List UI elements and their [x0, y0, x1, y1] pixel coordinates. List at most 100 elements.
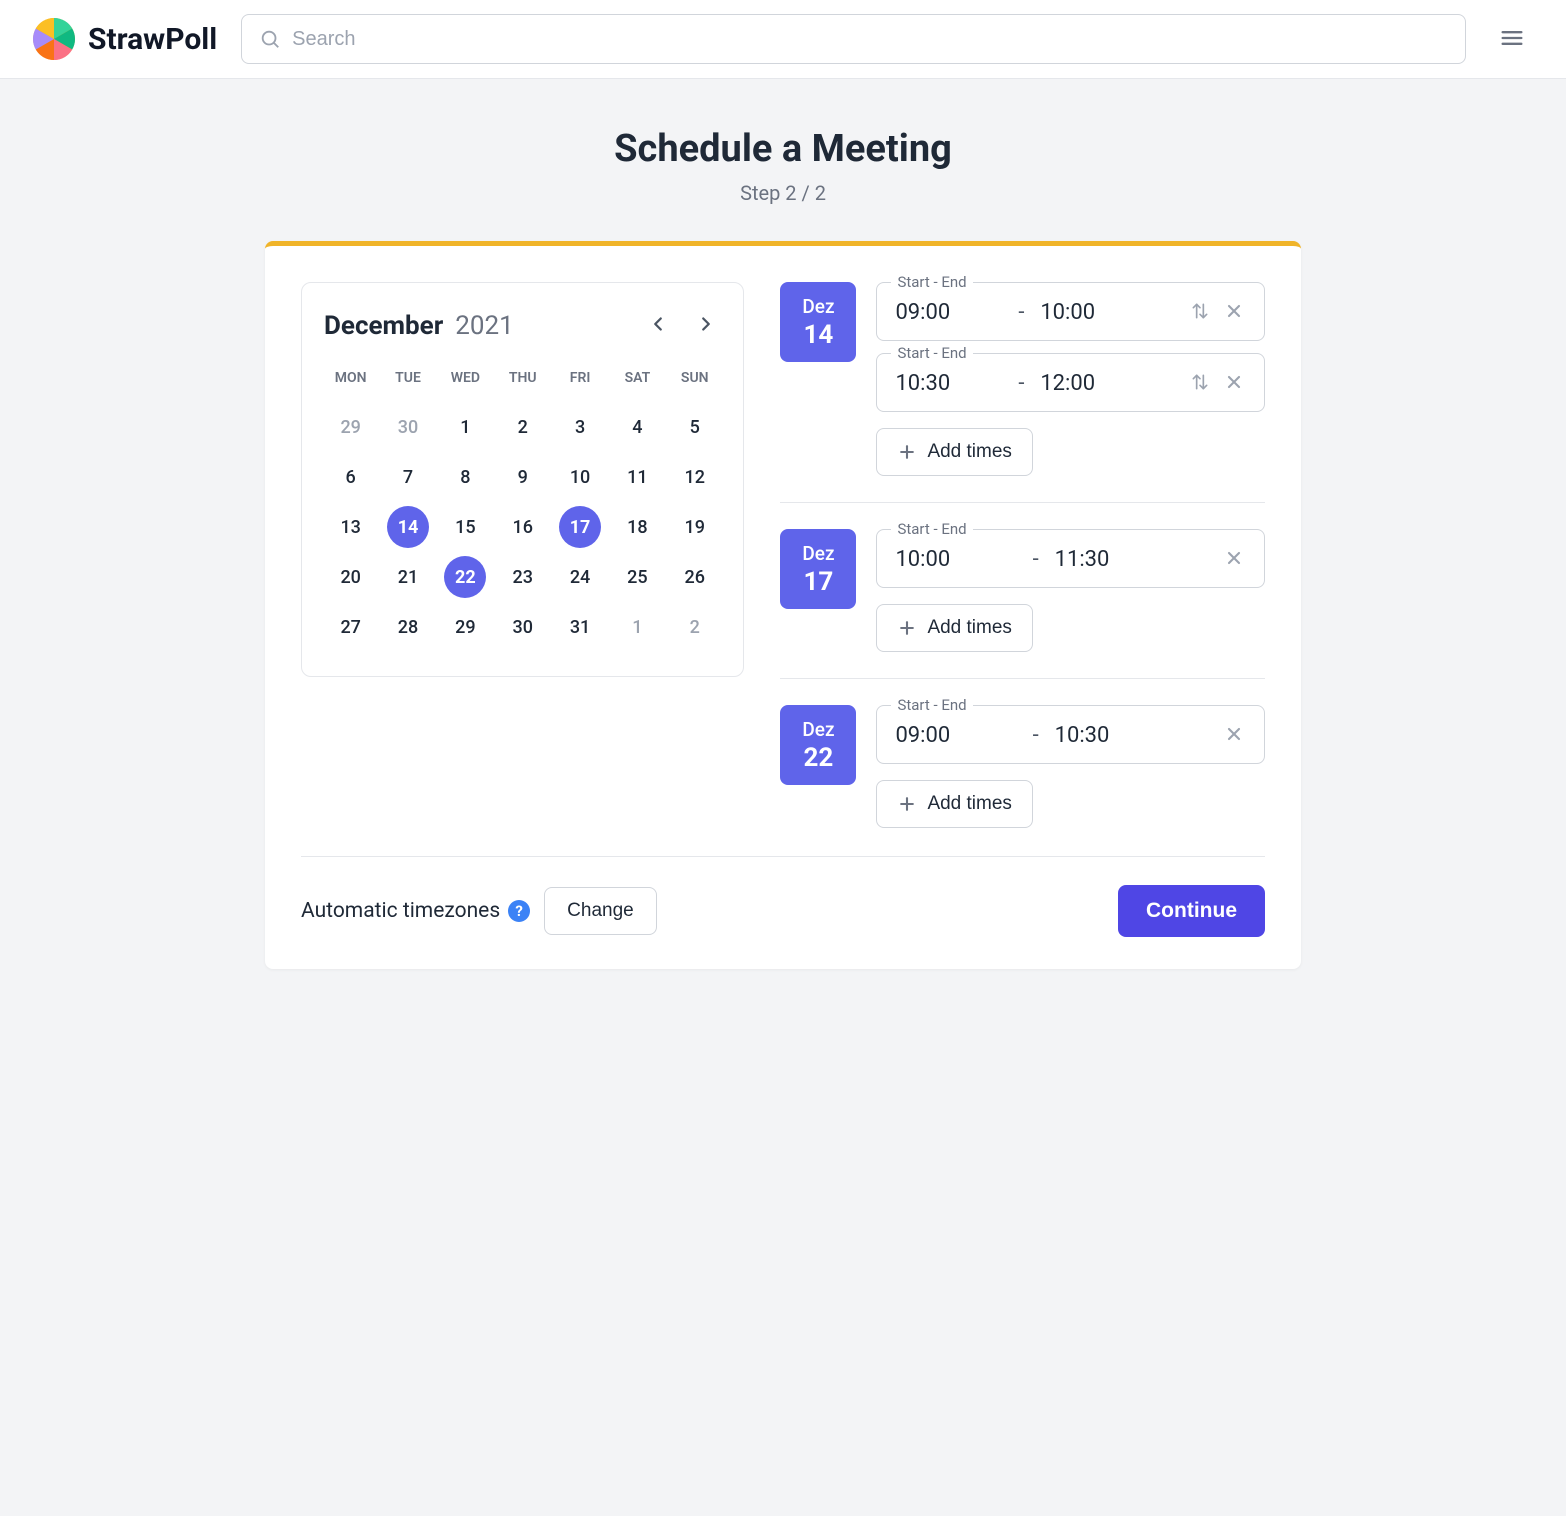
calendar-day[interactable]: 8 — [439, 454, 492, 500]
calendar-day[interactable]: 14 — [381, 504, 434, 550]
remove-slot-button[interactable] — [1222, 370, 1246, 397]
calendar-day[interactable]: 13 — [324, 504, 377, 550]
calendar-dow: WED — [439, 362, 492, 400]
date-block: Dez14Start - End09:00-10:00Start - End10… — [780, 282, 1265, 503]
slot-start[interactable]: 09:00 — [895, 723, 1032, 748]
calendar-day[interactable]: 19 — [668, 504, 721, 550]
copy-slot-button[interactable] — [1188, 299, 1212, 326]
menu-button[interactable] — [1490, 16, 1534, 63]
continue-button[interactable]: Continue — [1118, 885, 1265, 937]
calendar-dow: THU — [496, 362, 549, 400]
time-slot[interactable]: Start - End09:00-10:30 — [876, 705, 1265, 764]
date-badge-day: 22 — [804, 743, 834, 773]
calendar-day[interactable]: 17 — [553, 504, 606, 550]
close-icon — [1224, 724, 1244, 744]
calendar-dow: SAT — [611, 362, 664, 400]
add-times-button[interactable]: Add times — [876, 780, 1032, 828]
slots-list: Start - End09:00-10:30 Add times — [876, 705, 1265, 828]
remove-slot-button[interactable] — [1222, 546, 1246, 573]
date-badge-month: Dez — [802, 542, 834, 565]
calendar-day[interactable]: 18 — [611, 504, 664, 550]
calendar-day[interactable]: 9 — [496, 454, 549, 500]
calendar-day[interactable]: 29 — [439, 604, 492, 650]
calendar-day[interactable]: 1 — [439, 404, 492, 450]
calendar-day[interactable]: 23 — [496, 554, 549, 600]
date-badge-month: Dez — [802, 295, 834, 318]
app-header: StrawPoll — [0, 0, 1566, 79]
slot-start[interactable]: 10:00 — [895, 547, 1032, 572]
calendar-day[interactable]: 16 — [496, 504, 549, 550]
chevron-left-icon — [647, 313, 669, 335]
time-slot[interactable]: Start - End10:30-12:00 — [876, 353, 1265, 412]
close-icon — [1224, 372, 1244, 392]
date-block: Dez22 Start - End09:00-10:30 Add times — [780, 705, 1265, 828]
calendar-day[interactable]: 5 — [668, 404, 721, 450]
calendar-day[interactable]: 12 — [668, 454, 721, 500]
search-input[interactable] — [241, 14, 1466, 64]
calendar-day[interactable]: 31 — [553, 604, 606, 650]
calendar-day[interactable]: 2 — [668, 604, 721, 650]
swap-icon — [1190, 372, 1210, 392]
copy-slot-button[interactable] — [1188, 370, 1212, 397]
calendar-day[interactable]: 2 — [496, 404, 549, 450]
calendar-day[interactable]: 28 — [381, 604, 434, 650]
slot-dash: - — [1018, 300, 1040, 325]
calendar-dow: SUN — [668, 362, 721, 400]
calendar-day[interactable]: 26 — [668, 554, 721, 600]
date-badge: Dez17 — [780, 529, 856, 609]
swap-icon — [1190, 301, 1210, 321]
calendar-day[interactable]: 10 — [553, 454, 606, 500]
calendar-day[interactable]: 21 — [381, 554, 434, 600]
calendar-day[interactable]: 7 — [381, 454, 434, 500]
remove-slot-button[interactable] — [1222, 722, 1246, 749]
card-footer: Automatic timezones ? Change Continue — [301, 856, 1265, 969]
slot-end[interactable]: 11:30 — [1055, 547, 1222, 572]
page-title: Schedule a Meeting — [265, 127, 1301, 171]
plus-icon — [897, 618, 917, 638]
slot-end[interactable]: 12:00 — [1040, 371, 1188, 396]
calendar-next-button[interactable] — [691, 309, 721, 342]
slot-start[interactable]: 09:00 — [895, 300, 1018, 325]
add-times-button[interactable]: Add times — [876, 604, 1032, 652]
calendar-day[interactable]: 4 — [611, 404, 664, 450]
chevron-right-icon — [695, 313, 717, 335]
calendar-day[interactable]: 6 — [324, 454, 377, 500]
calendar-day[interactable]: 27 — [324, 604, 377, 650]
calendar-day[interactable]: 3 — [553, 404, 606, 450]
calendar-day[interactable]: 22 — [439, 554, 492, 600]
calendar-month: December — [324, 311, 443, 341]
calendar-day[interactable]: 24 — [553, 554, 606, 600]
search-wrap — [241, 14, 1466, 64]
slot-end[interactable]: 10:30 — [1055, 723, 1222, 748]
date-badge-month: Dez — [802, 718, 834, 741]
info-icon[interactable]: ? — [508, 900, 530, 922]
calendar-day[interactable]: 30 — [496, 604, 549, 650]
calendar-day[interactable]: 30 — [381, 404, 434, 450]
time-slot[interactable]: Start - End09:00-10:00 — [876, 282, 1265, 341]
calendar-day[interactable]: 1 — [611, 604, 664, 650]
slots-list: Start - End09:00-10:00Start - End10:30-1… — [876, 282, 1265, 476]
calendar-day[interactable]: 25 — [611, 554, 664, 600]
calendar-day[interactable]: 29 — [324, 404, 377, 450]
close-icon — [1224, 301, 1244, 321]
brand[interactable]: StrawPoll — [32, 17, 217, 61]
calendar-day[interactable]: 15 — [439, 504, 492, 550]
page-subtitle: Step 2 / 2 — [265, 181, 1301, 205]
date-badge-day: 14 — [804, 320, 834, 350]
time-slot[interactable]: Start - End10:00-11:30 — [876, 529, 1265, 588]
remove-slot-button[interactable] — [1222, 299, 1246, 326]
slot-legend: Start - End — [891, 696, 972, 714]
slot-legend: Start - End — [891, 273, 972, 291]
change-button[interactable]: Change — [544, 887, 657, 935]
date-badge-day: 17 — [804, 567, 834, 597]
calendar: December 2021 MONTUEWEDTHUFRISAT — [301, 282, 744, 677]
slot-start[interactable]: 10:30 — [895, 371, 1018, 396]
plus-icon — [897, 442, 917, 462]
calendar-day[interactable]: 11 — [611, 454, 664, 500]
slot-legend: Start - End — [891, 344, 972, 362]
add-times-button[interactable]: Add times — [876, 428, 1032, 476]
calendar-day[interactable]: 20 — [324, 554, 377, 600]
brand-name: StrawPoll — [88, 22, 217, 57]
slot-end[interactable]: 10:00 — [1040, 300, 1188, 325]
calendar-prev-button[interactable] — [643, 309, 673, 342]
